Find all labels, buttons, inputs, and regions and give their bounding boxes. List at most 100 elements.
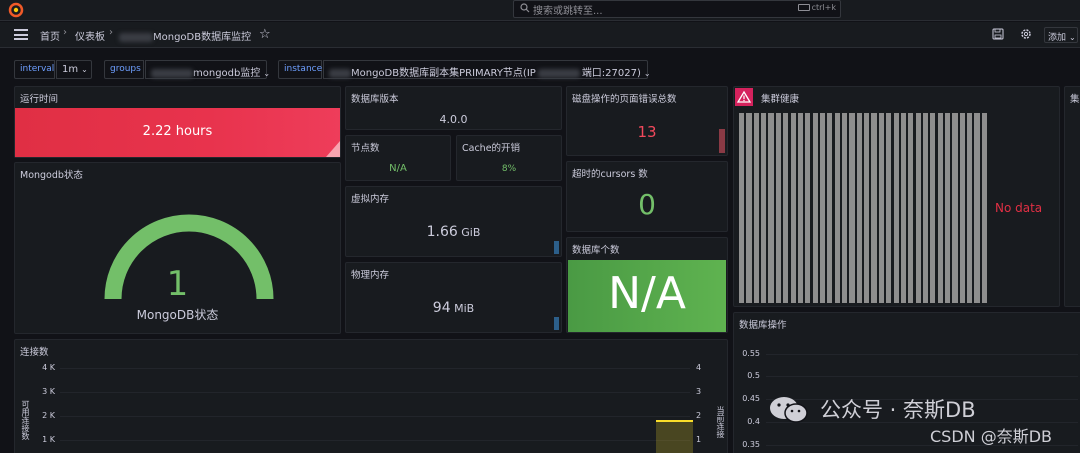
health-bar (945, 113, 951, 303)
star-icon[interactable]: ☆ (259, 27, 271, 42)
y-axis-tick: 0.35 (742, 440, 760, 449)
save-icon[interactable] (992, 28, 1004, 40)
health-bar (849, 113, 855, 303)
panel-title: 运行时间 (20, 94, 59, 105)
health-bar (878, 113, 884, 303)
panel-title: 虚拟内存 (351, 194, 390, 205)
health-bar (893, 113, 899, 303)
panel-mongodb-status: Mongodb状态 1 MongoDB状态 (14, 162, 341, 334)
gridline (60, 440, 690, 441)
breadcrumb: 首页 › 仪表板 › MongoDB数据库监控 ☆ 添加 ⌄ (0, 22, 1080, 48)
physical-memory-unit: MiB (454, 302, 475, 315)
chevron-right-icon: › (63, 27, 67, 38)
health-bar (842, 113, 848, 303)
physical-memory-value: 94 (432, 300, 451, 316)
add-button-label: 添加 (1048, 33, 1067, 43)
grafana-logo-icon[interactable] (8, 2, 24, 18)
variable-value-instance-port: 端口:27027) (581, 68, 641, 79)
add-button[interactable]: 添加 ⌄ (1044, 27, 1078, 43)
y-axis-tick: 0.4 (747, 417, 760, 426)
health-bar (768, 113, 774, 303)
search-input[interactable]: 搜索或跳转至... ctrl+k (513, 0, 841, 18)
breadcrumb-dashboards[interactable]: 仪表板 (75, 28, 105, 43)
redacted-text (329, 68, 351, 78)
gear-icon[interactable] (1020, 28, 1032, 40)
panel-connections: 连接数 4 K 3 K 2 K 1 K 4 3 2 1 可用连接数 当前连接 (14, 339, 728, 453)
breadcrumb-home[interactable]: 首页 (40, 28, 60, 43)
health-bar (900, 113, 907, 303)
virtual-memory-unit: GiB (461, 226, 481, 239)
right-axis-tick: 4 (696, 363, 702, 372)
search-icon (520, 3, 530, 13)
chevron-down-icon: ⌄ (81, 65, 88, 74)
variable-value-groups: mongodb监控 (193, 68, 261, 79)
variable-select-interval[interactable]: 1m ⌄ (56, 60, 92, 79)
panel-title: 节点数 (351, 143, 380, 154)
left-axis-tick: 4 K (42, 363, 55, 372)
physical-memory-stat: 94 MiB (346, 300, 561, 316)
health-bar (930, 113, 936, 303)
no-data-text: No data (995, 201, 1043, 215)
nodes-value: N/A (389, 163, 407, 174)
left-axis-label: 可用连接数 (21, 400, 30, 440)
panel-title: 集群健康 (761, 94, 800, 105)
health-bar (819, 113, 826, 303)
panel-cluster-health: 集群健康 No data (733, 86, 1060, 307)
gridline (60, 416, 690, 417)
variable-select-groups[interactable]: mongodb监控 ⌄ (145, 60, 271, 79)
panel-title: Cache的开销 (462, 143, 521, 154)
db-version-value: 4.0.0 (439, 113, 468, 126)
sparkline (719, 129, 725, 153)
shortcut-text: ctrl+k (811, 3, 836, 12)
sparkline (554, 241, 559, 254)
y-axis-tick: 0.55 (742, 349, 760, 358)
panel-title: 物理内存 (351, 270, 390, 281)
chevron-down-icon: ⌄ (263, 69, 271, 78)
health-bar (805, 113, 811, 303)
variable-value-interval: 1m (62, 64, 79, 75)
health-bar (797, 113, 804, 303)
health-bar (783, 113, 789, 303)
panel-physical-memory: 物理内存 94 MiB (345, 262, 562, 333)
left-axis-tick: 3 K (42, 387, 55, 396)
panel-title: 数据库操作 (739, 320, 787, 331)
y-axis-tick: 0.5 (747, 371, 760, 380)
panel-title: 数据库个数 (572, 245, 620, 256)
menu-icon[interactable] (14, 29, 28, 40)
panel-disk-page-faults: 磁盘操作的页面错误总数 13 (566, 86, 728, 156)
cache-overhead-value: 8% (501, 164, 517, 174)
current-connections-fill (656, 422, 693, 453)
panel-cache-overhead: Cache的开销 8% (456, 135, 562, 181)
variable-select-instance[interactable]: MongoDB数据库副本集PRIMARY节点(IP 端口:27027) ⌄ (323, 60, 651, 79)
panel-title: 连接数 (20, 347, 49, 358)
mongodb-status-caption: MongoDB状态 (136, 308, 219, 322)
right-axis-tick: 2 (696, 411, 702, 420)
health-bar (746, 113, 752, 303)
chevron-down-icon: ⌄ (643, 69, 651, 78)
gridline (60, 392, 690, 393)
right-axis-tick: 3 (696, 387, 702, 396)
health-bar (856, 113, 862, 303)
gridline (766, 376, 1078, 377)
uptime-stat-background: 2.22 hours (15, 108, 340, 157)
health-bar (915, 113, 921, 303)
sparkline-icon (326, 141, 340, 157)
variable-label-groups: groups (104, 60, 144, 79)
sparkline (554, 317, 559, 330)
warning-icon[interactable] (735, 88, 753, 106)
db-count-value: N/A (608, 268, 686, 319)
health-bar (761, 113, 767, 303)
variables-bar: interval 1m ⌄ groups mongodb监控 ⌄ instance … (0, 50, 1080, 86)
mongodb-status-value: 1 (166, 264, 189, 304)
health-bar (739, 113, 745, 303)
keyboard-shortcut: ctrl+k (797, 3, 836, 12)
health-bar (864, 113, 870, 303)
health-bar (967, 113, 973, 303)
virtual-memory-value: 1.66 (426, 224, 458, 240)
breadcrumb-current: MongoDB数据库监控 (119, 28, 251, 43)
health-bar (812, 113, 818, 303)
redacted-text (151, 68, 193, 78)
panel-db-version: 数据库版本 4.0.0 (345, 86, 562, 130)
panel-uptime: 运行时间 2.22 hours (14, 86, 341, 158)
watermark-line1: 公众号 · 奈斯DB (820, 398, 976, 422)
